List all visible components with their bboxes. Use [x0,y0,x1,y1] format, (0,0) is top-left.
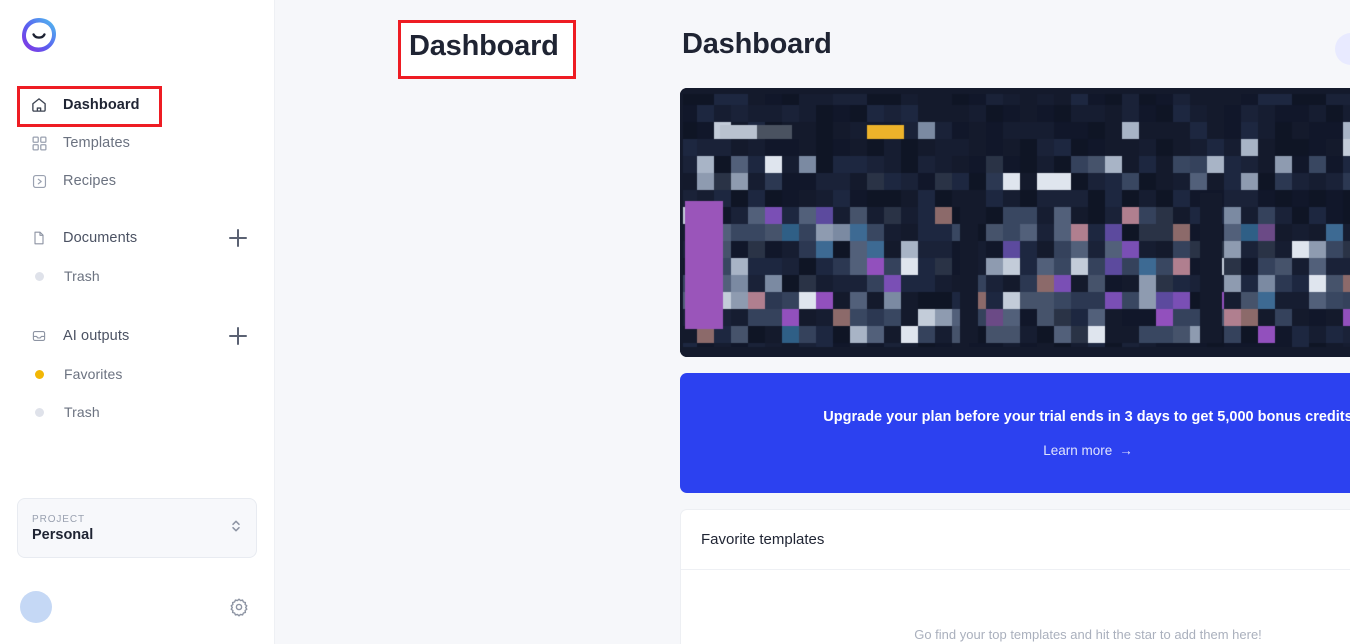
favorite-templates-empty-text: Go find your top templates and hit the s… [914,627,1262,642]
sidebar-item-label: Dashboard [63,97,140,113]
sidebar-section-documents-header[interactable]: Documents [0,219,274,257]
grey-dot-icon [31,401,47,423]
document-icon [28,227,50,249]
sidebar-primary-nav: Dashboard Templates Recipes [0,86,274,200]
learn-more-label: Learn more [1043,442,1113,458]
sidebar-item-label: Favorites [64,366,123,382]
sidebar-section-documents: Documents Trash [0,219,274,295]
grey-dot-icon [31,265,47,287]
project-selector-value: Personal [32,526,94,543]
favorite-templates-title: Favorite templates [701,531,825,548]
inbox-icon [28,325,50,347]
sidebar-section-label: Documents [63,230,138,246]
main-content: Dashboard Boss Mode plan Upgrade your pl… [275,0,1350,644]
sidebar: Dashboard Templates Recipes Documents Tr… [0,0,275,644]
sidebar-item-templates[interactable]: Templates [0,124,274,162]
plan-badge[interactable]: Boss Mode plan [1335,33,1350,65]
sidebar-item-dashboard[interactable]: Dashboard [0,86,274,124]
mosaic-canvas [680,88,1350,357]
app-root: Dashboard Templates Recipes Documents Tr… [0,0,1350,644]
sidebar-section-label: AI outputs [63,328,130,344]
sidebar-item-label: Templates [63,135,130,151]
arrow-right-icon: → [1119,442,1133,458]
gold-dot-icon [31,363,47,385]
home-icon [28,94,50,116]
favorite-templates-card: Favorite templates See all Go find your … [680,509,1350,644]
project-selector-kicker: PROJECT [32,513,85,525]
page-title: Dashboard [682,28,832,60]
favorite-templates-header: Favorite templates See all [681,510,1350,570]
jasper-logo-icon [22,18,56,52]
app-logo[interactable] [19,15,63,59]
project-selector[interactable]: PROJECT Personal [17,498,257,558]
user-avatar[interactable] [20,591,52,623]
add-ai-output-button[interactable] [228,326,248,346]
sidebar-item-label: Recipes [63,173,117,189]
upgrade-banner[interactable]: Upgrade your plan before your trial ends… [680,373,1350,493]
sidebar-section-ai-outputs: AI outputs Favorites Trash [0,317,274,431]
recipe-icon [28,170,50,192]
gear-icon[interactable] [228,596,250,618]
sidebar-section-ai-outputs-header[interactable]: AI outputs [0,317,274,355]
sidebar-item-label: Trash [64,268,100,284]
redacted-media-panel[interactable] [680,88,1350,357]
upgrade-banner-title: Upgrade your plan before your trial ends… [823,408,1350,425]
sidebar-item-label: Trash [64,404,100,420]
grid-icon [28,132,50,154]
page-title-annotated: Dashboard [409,30,559,62]
sidebar-item-ai-outputs-trash[interactable]: Trash [0,393,274,431]
chevron-updown-icon [230,517,242,540]
learn-more-link[interactable]: Learn more → [1043,443,1133,458]
project-selector-text: PROJECT Personal [32,514,230,543]
sidebar-item-recipes[interactable]: Recipes [0,162,274,200]
sidebar-item-documents-trash[interactable]: Trash [0,257,274,295]
sidebar-item-favorites[interactable]: Favorites [0,355,274,393]
add-document-button[interactable] [228,228,248,248]
